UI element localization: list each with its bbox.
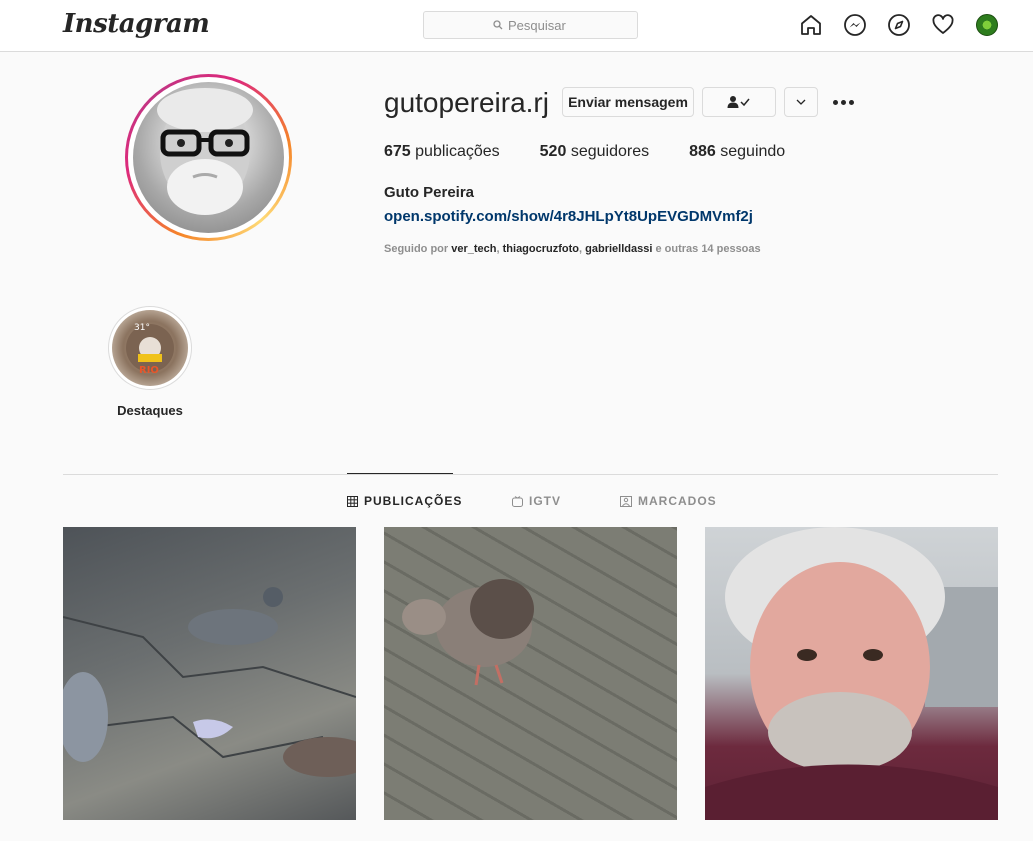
- home-icon[interactable]: [799, 13, 823, 37]
- tabs-divider: [63, 474, 998, 475]
- posts-count: 675 publicações: [384, 143, 500, 161]
- following-count[interactable]: 886 seguindo: [689, 143, 785, 161]
- top-navigation-bar: Instagram: [0, 0, 1033, 52]
- stat-number: 886: [689, 143, 716, 160]
- following-button[interactable]: [702, 87, 776, 117]
- bio-link[interactable]: open.spotify.com/show/4r8JHLpYt8UpEVGDMV…: [384, 208, 753, 225]
- stat-label: publicações: [415, 143, 500, 160]
- highlight-image: 31° RIO: [126, 323, 174, 376]
- profile-avatar[interactable]: [976, 14, 998, 36]
- followed-by-prefix: Seguido por: [384, 243, 449, 255]
- post-thumbnail-pigeon-on-bricks[interactable]: [384, 527, 677, 820]
- tab-label: MARCADOS: [638, 494, 717, 508]
- search-input[interactable]: [508, 17, 568, 33]
- followers-count[interactable]: 520 seguidores: [540, 143, 649, 161]
- more-options-button[interactable]: [830, 92, 856, 112]
- profile-full-name: Guto Pereira: [384, 184, 475, 201]
- stat-label: seguidores: [570, 143, 650, 160]
- tab-label: IGTV: [529, 494, 562, 508]
- search-box[interactable]: [423, 11, 638, 39]
- followed-by-suffix: e outras 14 pessoas: [655, 243, 761, 255]
- post-image: [402, 579, 534, 686]
- dot-icon: [848, 99, 854, 105]
- profile-picture-story-ring[interactable]: [125, 74, 292, 241]
- person-check-icon: [727, 96, 750, 108]
- igtv-icon: [512, 495, 523, 507]
- follower-name[interactable]: ver_tech: [451, 243, 496, 255]
- profile-picture-frame: [128, 77, 289, 238]
- profile-stats: 675 publicações 520 seguidores 886 segui…: [384, 143, 825, 161]
- post-thumbnail-selfie-in-car[interactable]: [705, 527, 998, 820]
- active-tab-indicator: [347, 473, 453, 474]
- highlight-cover-image: 31° RIO: [112, 310, 188, 386]
- post-image: [705, 527, 998, 820]
- follower-name[interactable]: thiagocruzfoto: [503, 243, 579, 255]
- messenger-icon[interactable]: [843, 13, 867, 37]
- tagged-icon: [620, 495, 632, 507]
- highlight-label: Destaques: [117, 403, 183, 418]
- send-message-button[interactable]: Enviar mensagem: [562, 87, 694, 117]
- tab-publicacoes[interactable]: PUBLICAÇÕES: [347, 494, 462, 508]
- explore-icon[interactable]: [887, 13, 911, 37]
- post-thumbnail-pigeons-on-pavement[interactable]: [63, 527, 356, 820]
- grid-icon: [347, 495, 358, 507]
- stat-label: seguindo: [720, 143, 786, 160]
- follower-name[interactable]: gabrielldassi: [585, 243, 652, 255]
- story-highlight[interactable]: 31° RIO: [108, 306, 192, 390]
- tab-marcados[interactable]: MARCADOS: [620, 494, 717, 508]
- chevron-down-icon: [796, 99, 806, 105]
- tab-label: PUBLICAÇÕES: [364, 494, 463, 508]
- highlight-temp-text: 31°: [134, 323, 150, 333]
- tab-igtv[interactable]: IGTV: [512, 494, 561, 508]
- stat-number: 520: [539, 143, 567, 160]
- followed-by-text[interactable]: Seguido por ver_tech, thiagocruzfoto, ga…: [384, 243, 761, 255]
- search-icon: [493, 20, 503, 30]
- suggestions-dropdown-button[interactable]: [784, 87, 818, 117]
- stat-number: 675: [384, 143, 411, 160]
- dot-icon: [840, 99, 846, 105]
- highlight-city-text: RIO: [139, 365, 159, 376]
- profile-photo-image: [157, 88, 253, 215]
- dot-icon: [832, 99, 838, 105]
- profile-username: gutopereira.rj: [384, 87, 549, 118]
- instagram-logo[interactable]: Instagram: [63, 9, 210, 39]
- post-image: [63, 587, 356, 777]
- profile-picture: [133, 82, 284, 233]
- heart-icon[interactable]: [931, 13, 955, 37]
